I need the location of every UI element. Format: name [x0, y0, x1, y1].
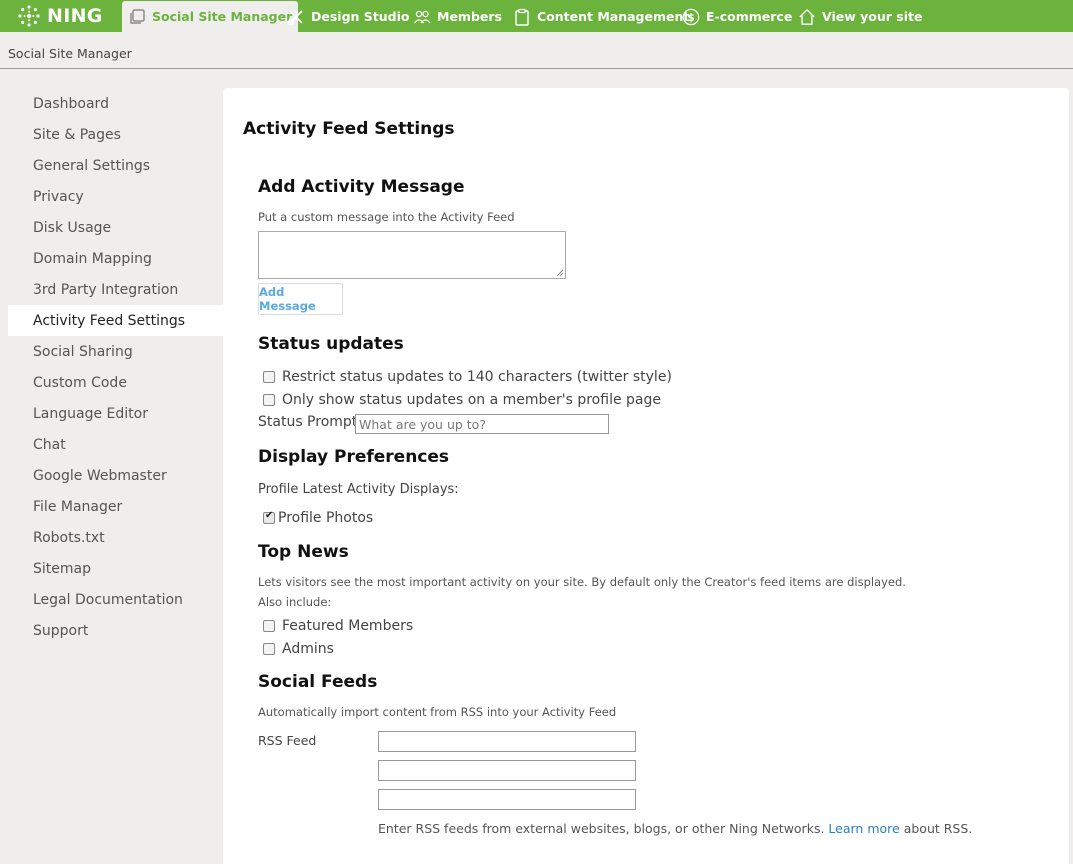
- sidebar-item-privacy[interactable]: Privacy: [8, 181, 223, 212]
- sidebar-item-support[interactable]: Support: [8, 615, 223, 646]
- dollar-icon: $: [682, 8, 700, 26]
- sidebar-item-3rd-party-integration[interactable]: 3rd Party Integration: [8, 274, 223, 305]
- nav-tab-label: E-commerce: [706, 9, 793, 24]
- sidebar-item-robots-txt[interactable]: Robots.txt: [8, 522, 223, 553]
- featured-members-label: Featured Members: [282, 618, 414, 634]
- add-message-heading: Add Activity Message: [258, 177, 465, 197]
- nav-tab-label: Content Management: [537, 9, 690, 24]
- status-prompt-label: Status Prompt: [258, 414, 358, 430]
- sidebar-item-language-editor[interactable]: Language Editor: [8, 398, 223, 429]
- sidebar-item-activity-feed-settings[interactable]: Activity Feed Settings: [8, 305, 223, 336]
- breadcrumb: Social Site Manager: [8, 46, 132, 61]
- rss-help-text: Enter RSS feeds from external websites, …: [378, 821, 972, 836]
- copy-icon: [128, 8, 146, 26]
- sidebar-item-general-settings[interactable]: General Settings: [8, 150, 223, 181]
- rss-feed-label: RSS Feed: [258, 733, 317, 748]
- sidebar-item-custom-code[interactable]: Custom Code: [8, 367, 223, 398]
- sidebar-item-site-pages[interactable]: Site & Pages: [8, 119, 223, 150]
- resize-grip-icon[interactable]: [556, 269, 564, 277]
- page-title: Activity Feed Settings: [243, 119, 455, 139]
- admins-checkbox[interactable]: [263, 643, 275, 655]
- profile-photos-checkbox[interactable]: [263, 510, 275, 524]
- nav-tab-content-management[interactable]: Content Management: [513, 1, 689, 32]
- clipboard-icon: [513, 8, 531, 26]
- restrict-status-label: Restrict status updates to 140 character…: [282, 369, 672, 385]
- sidebar-item-dashboard[interactable]: Dashboard: [8, 88, 223, 119]
- restrict-status-checkbox[interactable]: [263, 371, 275, 383]
- admins-label: Admins: [282, 641, 334, 657]
- sidebar-item-file-manager[interactable]: File Manager: [8, 491, 223, 522]
- sidebar-item-social-sharing[interactable]: Social Sharing: [8, 336, 223, 367]
- tools-icon: [287, 8, 305, 26]
- sidebar: Dashboard Site & Pages General Settings …: [8, 88, 223, 646]
- sidebar-item-google-webmaster[interactable]: Google Webmaster: [8, 460, 223, 491]
- rss-feed-input-2[interactable]: [378, 760, 636, 781]
- ning-logo[interactable]: NING: [16, 3, 103, 29]
- nav-tab-social-site-manager[interactable]: Social Site Manager: [122, 1, 299, 32]
- nav-tab-label: View your site: [822, 9, 923, 24]
- main-panel: Activity Feed Settings Add Activity Mess…: [223, 88, 1069, 864]
- top-news-heading: Top News: [258, 542, 349, 562]
- sidebar-item-sitemap[interactable]: Sitemap: [8, 553, 223, 584]
- rss-feed-input-3[interactable]: [378, 789, 636, 810]
- nav-tab-label: Design Studio: [311, 9, 410, 24]
- rss-feed-input-1[interactable]: [378, 731, 636, 752]
- add-message-button[interactable]: Add Message: [258, 283, 343, 315]
- svg-text:$: $: [687, 11, 695, 24]
- profile-only-status-label: Only show status updates on a member's p…: [282, 392, 661, 408]
- profile-activity-displays-label: Profile Latest Activity Displays:: [258, 482, 459, 497]
- nav-tab-view-your-site[interactable]: View your site: [798, 1, 922, 32]
- activity-message-textarea[interactable]: [258, 231, 566, 279]
- nav-tab-label: Members: [437, 9, 502, 24]
- brand-name: NING: [47, 5, 103, 27]
- featured-members-checkbox[interactable]: [263, 620, 275, 632]
- rss-help-prefix: Enter RSS feeds from external websites, …: [378, 821, 825, 836]
- nav-tab-e-commerce[interactable]: $ E-commerce: [682, 1, 792, 32]
- nav-tab-members[interactable]: Members: [413, 1, 502, 32]
- profile-photos-label: Profile Photos: [278, 510, 374, 526]
- nav-tab-design-studio[interactable]: Design Studio: [287, 1, 409, 32]
- top-nav-bar: NING Social Site Manager Design Studio M…: [0, 0, 1073, 32]
- nav-tab-label: Social Site Manager: [152, 9, 293, 24]
- sidebar-item-domain-mapping[interactable]: Domain Mapping: [8, 243, 223, 274]
- sidebar-item-chat[interactable]: Chat: [8, 429, 223, 460]
- rss-help-suffix: about RSS.: [903, 821, 973, 836]
- add-message-description: Put a custom message into the Activity F…: [258, 210, 515, 224]
- status-prompt-input[interactable]: What are you up to?: [355, 414, 609, 434]
- sidebar-item-legal-documentation[interactable]: Legal Documentation: [8, 584, 223, 615]
- ning-logo-icon: [18, 5, 40, 27]
- social-feeds-description: Automatically import content from RSS in…: [258, 705, 617, 719]
- home-icon: [798, 8, 816, 26]
- users-icon: [413, 8, 431, 26]
- status-updates-heading: Status updates: [258, 334, 404, 354]
- learn-more-link[interactable]: Learn more: [828, 821, 899, 836]
- sidebar-item-disk-usage[interactable]: Disk Usage: [8, 212, 223, 243]
- social-feeds-heading: Social Feeds: [258, 672, 378, 692]
- also-include-label: Also include:: [258, 595, 332, 609]
- breadcrumb-divider: [0, 68, 1073, 69]
- profile-only-status-checkbox[interactable]: [263, 394, 275, 406]
- top-news-description: Lets visitors see the most important act…: [258, 575, 906, 589]
- display-preferences-heading: Display Preferences: [258, 447, 450, 467]
